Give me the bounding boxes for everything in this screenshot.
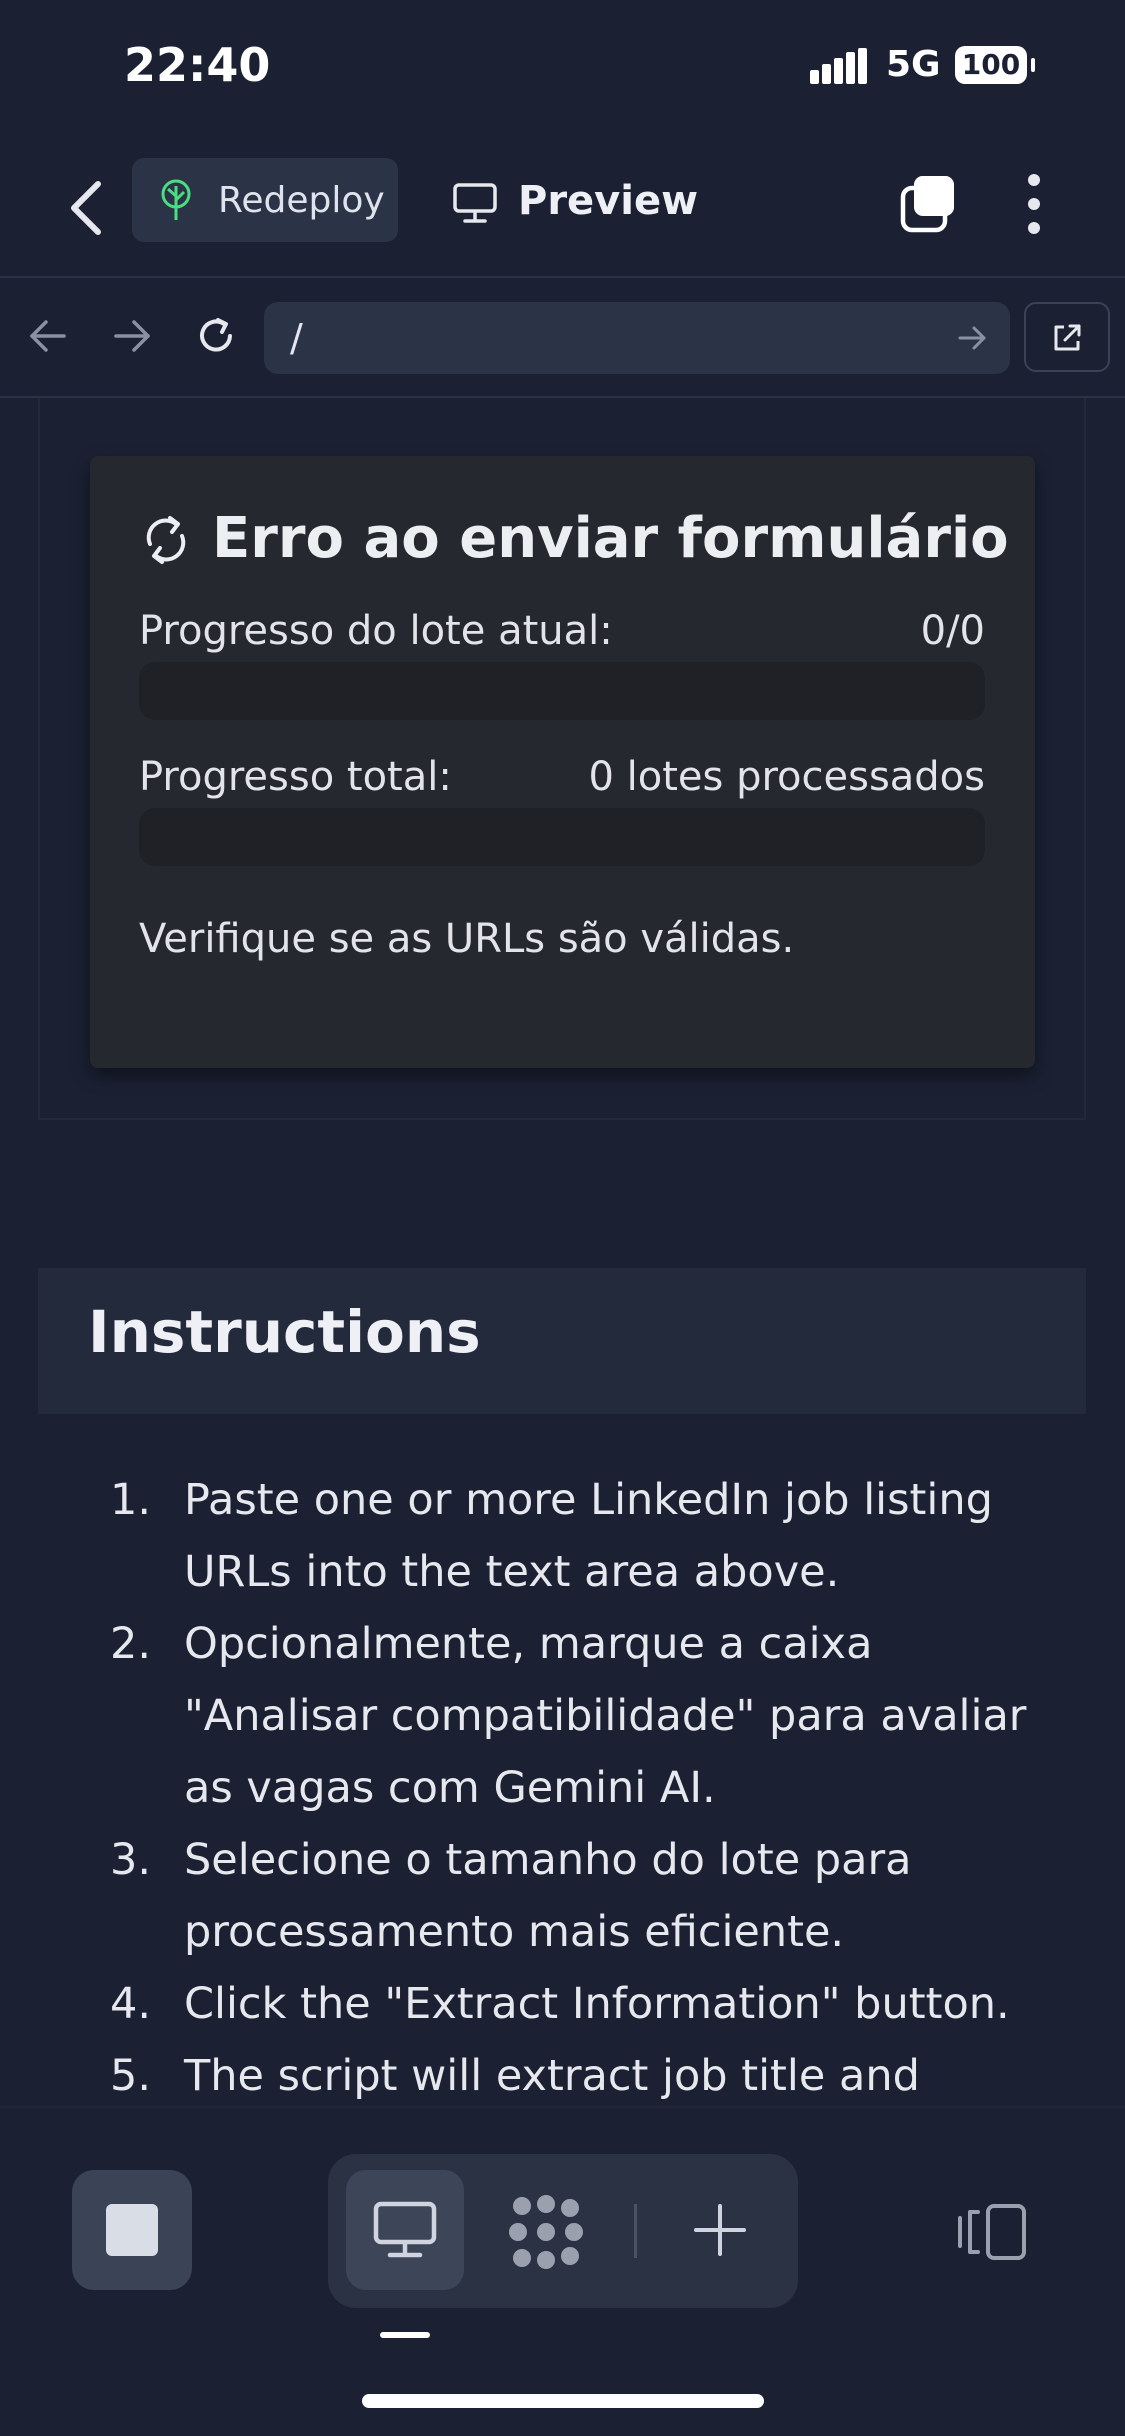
total-progress-value: 0 lotes processados <box>588 754 985 800</box>
network-label: 5G <box>886 44 941 85</box>
go-arrow-icon[interactable] <box>956 322 988 354</box>
list-item: 5. The script will extract job title and <box>110 2051 920 2101</box>
instructions-title: Instructions <box>88 1298 481 1366</box>
desktop-view-button[interactable] <box>346 2170 464 2290</box>
arrow-right-icon[interactable] <box>110 314 154 358</box>
monitor-icon <box>453 183 497 223</box>
chevron-left-icon[interactable] <box>62 178 110 238</box>
stop-icon <box>106 2204 158 2256</box>
status-time: 22:40 <box>124 38 271 92</box>
panel-toggle-icon[interactable] <box>956 2202 1028 2262</box>
batch-progress-label: Progresso do lote atual: <box>139 608 613 654</box>
url-input[interactable]: / <box>264 302 1010 374</box>
list-item: 2. Opcionalmente, marque a caixa "Analisa… <box>110 1619 1027 1813</box>
active-view-indicator <box>380 2332 430 2338</box>
external-link-icon <box>1054 324 1081 351</box>
list-item: 3. Selecione o tamanho do lote para proce… <box>110 1835 912 1957</box>
home-indicator[interactable] <box>362 2394 764 2408</box>
error-card: Erro ao enviar formulário Progresso do l… <box>90 456 1035 1068</box>
list-item: 1. Paste one or more LinkedIn job listing… <box>110 1475 993 1597</box>
batch-progress-bar <box>139 662 985 720</box>
preview-label: Preview <box>518 178 699 224</box>
instructions-header: Instructions <box>38 1268 1086 1414</box>
refresh-icon[interactable] <box>194 314 238 358</box>
open-external-button[interactable] <box>1024 302 1110 372</box>
signal-icon <box>810 48 868 84</box>
stop-button[interactable] <box>72 2170 192 2290</box>
divider <box>634 2204 637 2258</box>
url-path: / <box>290 316 303 360</box>
plus-icon[interactable] <box>690 2200 750 2260</box>
app-toolbar: Redeploy Preview <box>0 140 1125 278</box>
tree-icon <box>161 179 191 220</box>
kebab-icon[interactable] <box>1022 172 1046 236</box>
apps-grid-icon[interactable] <box>508 2194 584 2270</box>
tabs-icon[interactable] <box>898 172 960 234</box>
redeploy-button[interactable]: Redeploy <box>132 158 398 242</box>
url-bar-row: / <box>0 278 1125 398</box>
list-item: 4. Click the "Extract Information" button… <box>110 1979 1010 2029</box>
error-message: Verifique se as URLs são válidas. <box>139 916 795 962</box>
instructions-list: 1. Paste one or more LinkedIn job listing… <box>110 1464 1070 2112</box>
total-progress-bar <box>139 808 985 866</box>
batch-progress-value: 0/0 <box>920 608 985 654</box>
arrow-left-icon[interactable] <box>26 314 70 358</box>
total-progress-label: Progresso total: <box>139 754 452 800</box>
bottom-dock <box>0 2106 1125 2350</box>
redeploy-label: Redeploy <box>218 180 385 221</box>
view-switcher <box>328 2154 798 2308</box>
battery-icon: 100 <box>955 46 1035 84</box>
monitor-icon <box>373 2201 437 2258</box>
refresh-icon <box>146 516 186 564</box>
error-title: Erro ao enviar formulário <box>212 506 1009 571</box>
